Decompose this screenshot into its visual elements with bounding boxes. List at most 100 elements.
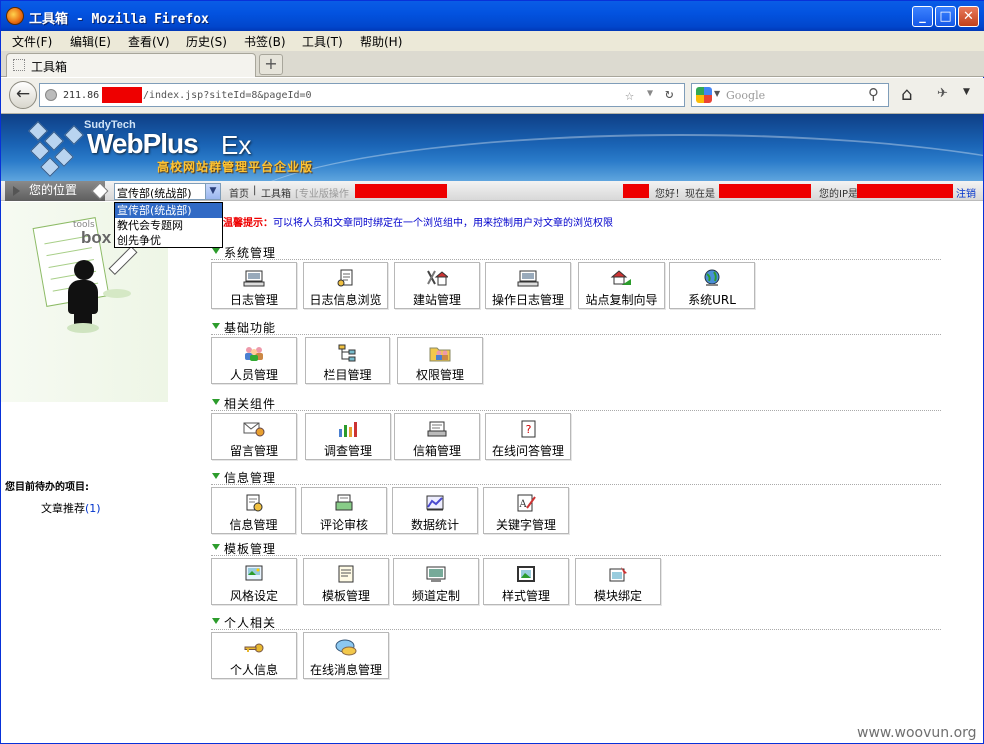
section-header: 模板管理 [211,540,941,556]
tool-tile[interactable]: 日志信息浏览 [303,262,388,309]
tool-tile-label: 信箱管理 [412,444,461,458]
tool-tile[interactable]: 日志管理 [211,262,297,309]
tool-tile[interactable]: 栏目管理 [305,337,390,384]
tool-tile[interactable]: 建站管理 [394,262,480,309]
site-select[interactable]: 宣传部(统战部) ▼ [114,183,221,200]
back-button[interactable]: ← [9,81,37,109]
url-bar[interactable]: 211.86 /index.jsp?siteId=8&pageId=0 ☆ ▼ … [39,83,685,107]
menu-history[interactable]: 历史(S) [186,33,227,50]
tool-tile[interactable]: 风格设定 [211,558,297,605]
location-bar: 您的位置 宣传部(统战部) ▼ 首页 | 工具箱 [专业版操作 您好！现在是 您… [1,181,983,201]
tool-tile[interactable]: 操作日志管理 [485,262,571,309]
redaction-box [355,184,447,198]
tool-tile[interactable]: 模板管理 [303,558,389,605]
section-collapse-icon[interactable] [212,544,220,550]
home-icon[interactable]: ⌂ [901,84,912,105]
tab-toolbox[interactable]: 工具箱 [6,53,256,77]
search-engine-icon[interactable] [696,87,712,103]
tool-tile[interactable]: 调查管理 [305,413,391,460]
document-icon [335,269,357,287]
breadcrumb-home[interactable]: 首页 [229,185,249,200]
menu-file[interactable]: 文件(F) [12,33,52,50]
section-collapse-icon[interactable] [212,399,220,405]
tool-tile[interactable]: 系统URL [669,262,755,309]
menu-tools[interactable]: 工具(T) [302,33,343,50]
tool-tile[interactable]: 人员管理 [211,337,297,384]
url-history-dropdown-icon[interactable]: ▼ [647,88,653,99]
tool-tile[interactable]: 数据统计 [392,487,478,534]
tool-tile-label: 信息管理 [229,518,278,532]
greeting-text: 您好！现在是 [655,189,715,200]
comment-icon [333,494,355,512]
site-option[interactable]: 创先争优 [115,233,222,248]
chevron-down-icon[interactable]: ▼ [205,184,220,199]
section-collapse-icon[interactable] [212,323,220,329]
tool-tile[interactable]: 留言管理 [211,413,297,460]
pending-item-count[interactable]: (1) [85,502,101,515]
illustration-shadow [103,289,131,298]
tip-text: 温馨提示：可以将人员和文章同时绑定在一个浏览组中，用来控制用户对文章的浏览权限 [223,214,613,229]
tool-tile[interactable]: 信箱管理 [394,413,480,460]
tool-tile-label: 在线问答管理 [491,444,564,458]
tool-tile-label: 数据统计 [410,518,459,532]
toolbar-menu-icon[interactable]: ▼ [963,87,970,97]
close-button[interactable]: ✕ [958,6,979,27]
tool-tile[interactable]: 信息管理 [211,487,296,534]
url-host: 211.86 [63,90,100,101]
logout-link[interactable]: 注销 [956,185,976,200]
computer-icon [517,269,539,287]
extension-icon[interactable]: ✈ [937,86,948,101]
tool-tile[interactable]: 评论审核 [301,487,387,534]
url-redaction [102,87,142,103]
bar-chart-icon [337,420,359,438]
module-icon [607,565,629,583]
svg-text:?: ? [526,423,532,436]
section-title: 相关组件 [224,397,277,411]
tool-tile[interactable]: 权限管理 [397,337,483,384]
reload-icon[interactable]: ↻ [665,86,673,102]
tool-tile-label: 日志管理 [229,293,278,307]
section-header: 相关组件 [211,395,941,411]
tool-tile[interactable]: 站点复制向导 [578,262,665,309]
section-collapse-icon[interactable] [212,248,220,254]
search-engine-dropdown-icon[interactable]: ▼ [714,89,720,98]
menu-bookmarks[interactable]: 书签(B) [244,33,286,50]
section-collapse-icon[interactable] [212,473,220,479]
tool-tile[interactable]: 频道定制 [393,558,479,605]
tool-tile-label: 留言管理 [229,444,278,458]
redaction-box [623,184,649,198]
brand-main: WebPlus [87,128,199,159]
ip-label: 您的IP是 [819,189,858,200]
section-header: 个人相关 [211,614,941,630]
browser-window: 工具箱 - Mozilla Firefox _ □ ✕ 文件(F) 编辑(E) … [0,0,984,744]
key-icon [243,639,265,657]
tool-tile[interactable]: 样式管理 [483,558,569,605]
section-collapse-icon[interactable] [212,618,220,624]
tool-tile-label: 评论审核 [319,518,368,532]
minimize-button[interactable]: _ [912,6,933,27]
breadcrumb-toolbox[interactable]: 工具箱 [261,185,291,200]
tool-tile-label: 关键字管理 [495,518,556,532]
breadcrumb-edition: [专业版操作 [295,189,349,200]
menu-help[interactable]: 帮助(H) [360,33,402,50]
search-icon[interactable]: ⚲ [868,85,879,103]
tool-tile[interactable]: ? 在线问答管理 [485,413,571,460]
site-option[interactable]: 教代会专题网 [115,218,222,233]
chart-picture-icon [424,494,446,512]
new-tab-button[interactable]: + [259,54,283,75]
tool-tile[interactable]: 在线消息管理 [303,632,389,679]
site-option[interactable]: 宣传部(统战部) [115,203,222,218]
site-select-dropdown: 宣传部(统战部) 教代会专题网 创先争优 [114,202,223,248]
pending-item[interactable]: 文章推荐(1) [41,500,101,516]
bookmark-star-icon[interactable]: ☆ [625,86,634,104]
tool-tile[interactable]: 个人信息 [211,632,297,679]
search-box[interactable]: ▼ Google ⚲ [691,83,889,107]
menu-edit[interactable]: 编辑(E) [70,33,111,50]
tool-tile[interactable]: 模块绑定 [575,558,661,605]
tool-tile-label: 系统URL [688,293,736,307]
tool-tile[interactable]: A 关键字管理 [483,487,569,534]
pending-item-label[interactable]: 文章推荐 [41,502,85,515]
menu-view[interactable]: 查看(V) [128,33,170,50]
template-icon [335,565,357,583]
maximize-button[interactable]: □ [935,6,956,27]
